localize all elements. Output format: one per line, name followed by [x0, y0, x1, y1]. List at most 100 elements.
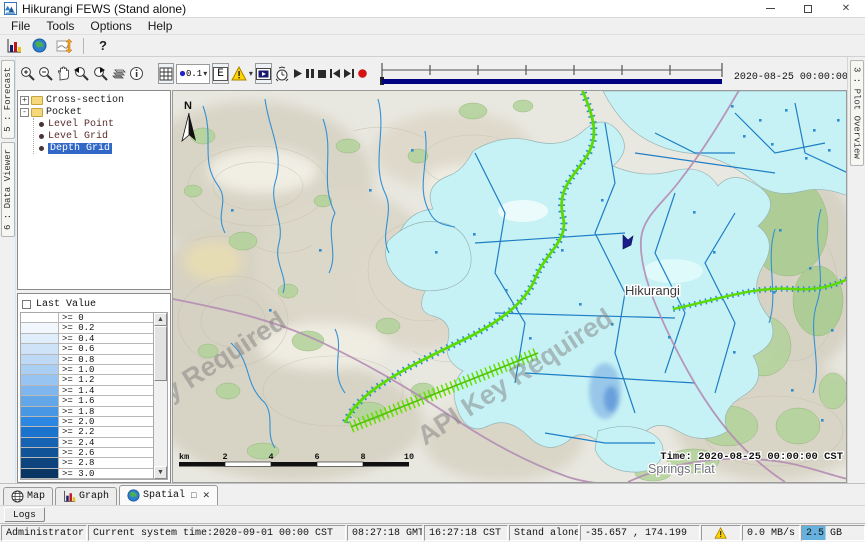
- help-icon: ?: [99, 38, 107, 53]
- play-button[interactable]: [292, 63, 303, 84]
- tree-item-depth-grid[interactable]: Depth Grid: [37, 142, 168, 154]
- scroll-down-icon[interactable]: ▼: [154, 466, 167, 479]
- tree-label: Level Point: [48, 119, 114, 130]
- tab-plot-overview[interactable]: 3 : Plot Overview: [850, 60, 864, 166]
- close-button[interactable]: ✕: [827, 0, 865, 17]
- tree-item-pocket[interactable]: - Pocket: [20, 106, 168, 118]
- globe-icon: [32, 38, 47, 53]
- zoom-previous-button[interactable]: [73, 63, 90, 84]
- legend-title: Last Value: [36, 299, 96, 310]
- deep-water-patch: [589, 363, 621, 419]
- help-button[interactable]: ?: [92, 36, 114, 56]
- legend-swatch: [21, 458, 59, 467]
- legend-swatch: [21, 417, 59, 426]
- classbreak-dropdown[interactable]: 0.1 ▾: [176, 64, 210, 84]
- tree-item-cross-section[interactable]: + Cross-section: [20, 94, 168, 106]
- minimize-button[interactable]: [751, 0, 789, 17]
- label-toggle-button[interactable]: E: [212, 63, 229, 84]
- node-bullet-icon: [39, 134, 44, 139]
- legend-row: >= 2.4: [21, 438, 153, 448]
- legend-swatch: [21, 365, 59, 374]
- menu-help[interactable]: Help: [141, 19, 180, 33]
- pause-button[interactable]: [305, 63, 315, 84]
- menu-options[interactable]: Options: [83, 19, 138, 33]
- zoom-out-button[interactable]: [38, 63, 54, 84]
- menu-file[interactable]: File: [4, 19, 37, 33]
- spatial-display-button[interactable]: [28, 36, 50, 56]
- menu-tools[interactable]: Tools: [39, 19, 81, 33]
- skip-end-icon: [343, 68, 355, 79]
- stop-button[interactable]: [317, 63, 327, 84]
- info-button[interactable]: [129, 63, 144, 84]
- timeseries-display-button[interactable]: [3, 36, 25, 56]
- tree-label: Level Grid: [48, 131, 108, 142]
- tree-item-level-grid[interactable]: Level Grid: [37, 130, 168, 142]
- skip-start-button[interactable]: [329, 63, 341, 84]
- zoom-next-button[interactable]: [92, 63, 109, 84]
- tab-forecast[interactable]: 5 : Forecast: [1, 60, 15, 139]
- svg-text:8: 8: [360, 452, 365, 462]
- map-canvas[interactable]: API Key Required API Key Required N km 2…: [173, 91, 847, 482]
- svg-text:4: 4: [268, 452, 273, 462]
- status-system-time: Current system time:2020-09-01 00:00 CST: [88, 525, 346, 541]
- zoom-in-button[interactable]: [20, 63, 36, 84]
- scroll-up-icon[interactable]: ▲: [154, 313, 167, 326]
- tab-graph[interactable]: Graph: [55, 487, 117, 505]
- tab-map[interactable]: Map: [3, 487, 53, 505]
- bar-chart-icon: [63, 490, 76, 503]
- legend-label: >= 3.0: [59, 469, 153, 478]
- hand-icon: [56, 66, 71, 81]
- pan-button[interactable]: [56, 63, 71, 84]
- tab-data-viewer[interactable]: 6 : Data Viewer: [1, 142, 15, 237]
- chevron-down-icon: ▾: [203, 69, 207, 78]
- folder-icon: [31, 108, 43, 117]
- tab-close-icon[interactable]: ✕: [202, 491, 210, 501]
- legend-label: >= 2.6: [59, 448, 153, 457]
- logs-button[interactable]: Logs: [4, 507, 45, 522]
- svg-text:km: km: [179, 452, 189, 462]
- legend-row: >= 0: [21, 313, 153, 323]
- legend-label: >= 0: [59, 313, 153, 322]
- movie-icon: [256, 68, 271, 80]
- scrollbar-thumb[interactable]: [154, 326, 167, 381]
- legend-row: >= 3.2: [21, 479, 153, 480]
- tree-item-level-point[interactable]: Level Point: [37, 118, 168, 130]
- collapse-icon[interactable]: -: [20, 108, 29, 117]
- last-value-checkbox[interactable]: [22, 300, 31, 309]
- dot-icon: [179, 70, 186, 77]
- grid-display-button[interactable]: [158, 63, 174, 84]
- right-tab-strip: 3 : Plot Overview: [847, 57, 865, 483]
- legend-row: >= 2.2: [21, 427, 153, 437]
- legend-row: >= 0.8: [21, 355, 153, 365]
- legend-row: >= 0.6: [21, 344, 153, 354]
- info-icon: [129, 66, 144, 81]
- skip-end-button[interactable]: [343, 63, 355, 84]
- layers-button[interactable]: [111, 63, 127, 84]
- tab-spatial[interactable]: Spatial □ ✕: [119, 485, 218, 505]
- legend-swatch: [21, 407, 59, 416]
- svg-text:10: 10: [404, 452, 414, 462]
- layers-icon: [111, 67, 127, 81]
- legend-swatch: [21, 375, 59, 384]
- warning-dropdown-button[interactable]: ▾: [231, 63, 253, 84]
- status-warning[interactable]: [701, 525, 741, 541]
- legend-swatch: [21, 386, 59, 395]
- movie-player-button[interactable]: [255, 63, 272, 84]
- expand-icon[interactable]: +: [20, 96, 29, 105]
- node-bullet-icon: [39, 146, 44, 151]
- profile-display-button[interactable]: [53, 36, 75, 56]
- timeline-slider[interactable]: [378, 61, 726, 87]
- play-icon: [292, 68, 303, 79]
- status-coordinates: -35.657 , 174.199: [580, 525, 700, 541]
- legend-label: >= 0.8: [59, 355, 153, 364]
- maximize-button[interactable]: [789, 0, 827, 17]
- label-icon: E: [213, 67, 228, 81]
- menu-bar: File Tools Options Help: [0, 18, 865, 35]
- record-button[interactable]: [357, 63, 368, 84]
- animation-timer-button[interactable]: [274, 63, 290, 84]
- legend-swatch: [21, 344, 59, 353]
- legend-swatch: [21, 448, 59, 457]
- legend-scrollbar[interactable]: ▲ ▼: [153, 313, 167, 479]
- tab-restore-icon[interactable]: □: [191, 491, 196, 501]
- legend-swatch: [21, 479, 59, 480]
